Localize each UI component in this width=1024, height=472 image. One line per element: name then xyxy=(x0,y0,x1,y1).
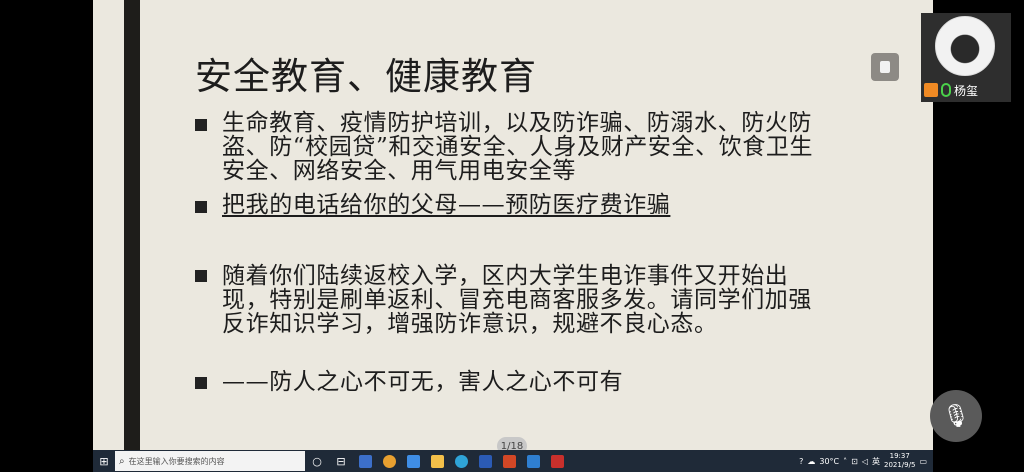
participant-name: 杨玺 xyxy=(954,83,979,98)
clock-time: 19:37 xyxy=(889,452,910,460)
help-icon[interactable]: ? xyxy=(799,457,803,466)
app-icon[interactable] xyxy=(521,450,545,472)
participant-name-row: 杨玺 xyxy=(921,79,1011,101)
slide-title: 安全教育、健康教育 xyxy=(195,55,537,98)
ime-indicator[interactable]: 英 xyxy=(872,456,880,467)
slide-bullet-4: ——防人之心不可无，害人之心不可有 xyxy=(222,369,624,395)
clock[interactable]: 19:37 2021/9/5 xyxy=(884,452,915,470)
search-placeholder: 在这里输入你要搜索的内容 xyxy=(128,456,225,466)
windows-taskbar: ⊞ ⌕ 在这里输入你要搜索的内容 ○ ⊟ ? ☁ 30°C ˄ ⊡ ◁ 英 19… xyxy=(93,450,933,472)
participant-video-tile[interactable]: 杨玺 xyxy=(921,13,1011,102)
mail-icon[interactable] xyxy=(401,450,425,472)
word-icon[interactable] xyxy=(473,450,497,472)
browser-icon[interactable] xyxy=(377,450,401,472)
weather-temp[interactable]: 30°C xyxy=(819,457,839,466)
bullet-marker xyxy=(195,119,207,131)
slide-left-bar xyxy=(124,0,140,450)
system-tray: ? ☁ 30°C ˄ ⊡ ◁ 英 19:37 2021/9/5 ▭ xyxy=(799,452,933,470)
chevron-up-icon[interactable]: ˄ xyxy=(843,457,847,466)
widgets-icon[interactable]: ⊟ xyxy=(329,450,353,472)
bullet-marker xyxy=(195,201,207,213)
folder-icon[interactable] xyxy=(425,450,449,472)
search-icon: ⌕ xyxy=(119,455,125,467)
bullet-marker xyxy=(195,270,207,282)
slide-bullet-3: 随着你们陆续返校入学，区内大学生电诈事件又开始出现，特别是刷单返利、冒充电商客服… xyxy=(222,263,812,337)
store-icon[interactable] xyxy=(353,450,377,472)
taskbar-search-box[interactable]: ⌕ 在这里输入你要搜索的内容 xyxy=(115,451,305,471)
notification-icon[interactable]: ▭ xyxy=(919,457,927,466)
pdf-icon[interactable] xyxy=(545,450,569,472)
mute-microphone-button[interactable]: 🎙 xyxy=(930,390,982,442)
bullet-marker xyxy=(195,377,207,389)
slide-bullet-2: 把我的电话给你的父母——预防医疗费诈骗 xyxy=(222,192,671,218)
powerpoint-icon[interactable] xyxy=(497,450,521,472)
microphone-icon xyxy=(941,83,951,97)
network-icon[interactable]: ⊡ xyxy=(851,457,858,466)
windows-start-icon[interactable]: ⊞ xyxy=(93,450,115,472)
avatar xyxy=(935,16,995,76)
slide-bullet-1: 生命教育、疫情防护培训，以及防诈骗、防溺水、防火防盗、防“校园贷”和交通安全、人… xyxy=(222,110,814,184)
task-view-icon[interactable]: ○ xyxy=(305,450,329,472)
side-panel-button[interactable] xyxy=(871,53,899,81)
clock-date: 2021/9/5 xyxy=(883,461,916,469)
weather-icon: ☁ xyxy=(807,456,816,466)
volume-icon[interactable]: ◁ xyxy=(862,457,868,466)
muted-microphone-icon: 🎙 xyxy=(942,403,970,429)
user-icon xyxy=(924,83,938,97)
edge-icon[interactable] xyxy=(449,450,473,472)
